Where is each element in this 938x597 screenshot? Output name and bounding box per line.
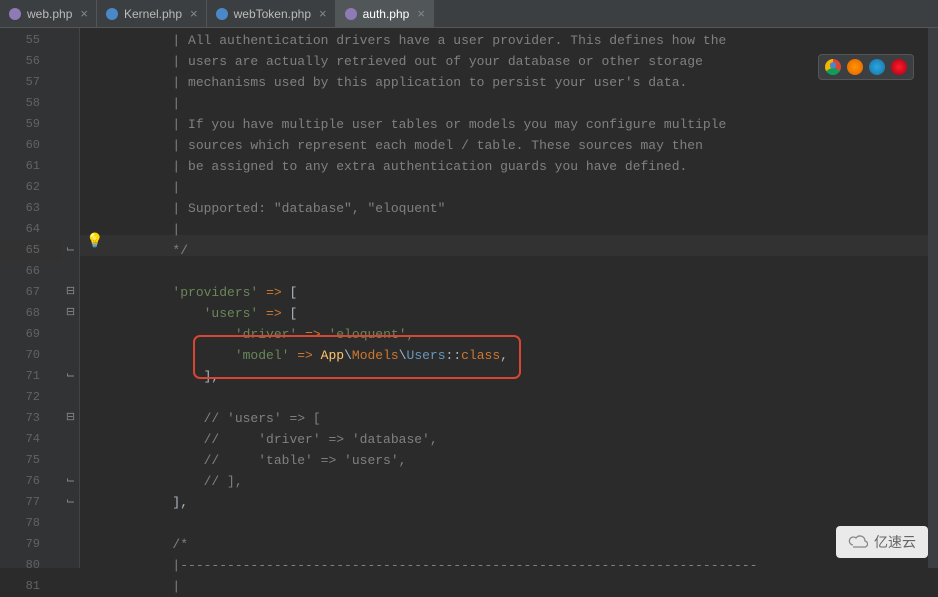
line-number: 69 (0, 324, 62, 345)
php-file-icon (8, 7, 22, 21)
line-number: 58 (0, 93, 62, 114)
code-line[interactable]: // 'users' => [ (110, 408, 938, 429)
line-number: 55 (0, 30, 62, 51)
line-number: 76 (0, 471, 62, 492)
code-line[interactable]: 'users' => [ (110, 303, 938, 324)
fold-collapse-icon[interactable]: ⊟ (65, 308, 76, 319)
code-line[interactable]: // 'driver' => 'database', (110, 429, 938, 450)
line-number-gutter: 5556575859606162636465666768697071727374… (0, 28, 62, 568)
code-line[interactable]: | (110, 219, 938, 240)
code-line[interactable]: | Supported: "database", "eloquent" (110, 198, 938, 219)
code-line[interactable]: |---------------------------------------… (110, 555, 938, 576)
intention-bulb-icon[interactable]: 💡 (86, 233, 100, 247)
line-number: 59 (0, 114, 62, 135)
line-number: 71 (0, 366, 62, 387)
line-number: 61 (0, 156, 62, 177)
code-line[interactable]: 'providers' => [ (110, 282, 938, 303)
code-line[interactable]: | All authentication drivers have a user… (110, 30, 938, 51)
code-line[interactable]: | (110, 93, 938, 114)
line-number: 66 (0, 261, 62, 282)
line-number: 70 (0, 345, 62, 366)
code-line[interactable]: // ], (110, 471, 938, 492)
editor-tabs: web.php×Kernel.php×webToken.php×auth.php… (0, 0, 938, 28)
tab-label: auth.php (363, 7, 410, 21)
line-number: 65 (0, 240, 62, 261)
code-line[interactable]: | (110, 177, 938, 198)
line-number: 60 (0, 135, 62, 156)
code-line[interactable] (110, 261, 938, 282)
code-content[interactable]: | All authentication drivers have a user… (80, 28, 938, 568)
code-line[interactable]: 'model' => App\Models\Users::class, (110, 345, 938, 366)
line-number: 63 (0, 198, 62, 219)
line-number: 75 (0, 450, 62, 471)
line-number: 62 (0, 177, 62, 198)
line-number: 73 (0, 408, 62, 429)
code-line[interactable]: 'driver' => 'eloquent', (110, 324, 938, 345)
safari-icon[interactable] (869, 59, 885, 75)
fold-collapse-icon[interactable]: ⊟ (65, 413, 76, 424)
firefox-icon[interactable] (847, 59, 863, 75)
code-line[interactable]: ], (110, 366, 938, 387)
php-file-icon (344, 7, 358, 21)
line-number: 78 (0, 513, 62, 534)
fold-end-icon[interactable]: ⌙ (65, 371, 76, 382)
code-line[interactable]: ], (110, 492, 938, 513)
tab-web-php[interactable]: web.php × (0, 0, 97, 27)
close-icon[interactable]: × (417, 6, 425, 21)
php-file-icon (105, 7, 119, 21)
line-number: 67 (0, 282, 62, 303)
fold-end-icon[interactable]: ⌙ (65, 497, 76, 508)
close-icon[interactable]: × (80, 6, 88, 21)
code-line[interactable]: | If you have multiple user tables or mo… (110, 114, 938, 135)
line-number: 81 (0, 576, 62, 597)
code-line[interactable] (110, 387, 938, 408)
tab-label: Kernel.php (124, 7, 182, 21)
tab-label: web.php (27, 7, 72, 21)
code-line[interactable]: | mechanisms used by this application to… (110, 72, 938, 93)
code-line[interactable] (110, 513, 938, 534)
code-line[interactable]: */ (110, 240, 938, 261)
line-number: 56 (0, 51, 62, 72)
fold-column: ⌙ ⊟ ⊟ ⌙ ⊟ ⌙ ⌙ (62, 28, 80, 568)
line-number: 64 (0, 219, 62, 240)
editor-area: 5556575859606162636465666768697071727374… (0, 28, 938, 568)
fold-end-icon[interactable]: ⌙ (65, 245, 76, 256)
tab-auth-php[interactable]: auth.php × (336, 0, 434, 27)
open-in-browser-panel (818, 54, 914, 80)
chrome-icon[interactable] (825, 59, 841, 75)
fold-end-icon[interactable]: ⌙ (65, 476, 76, 487)
fold-collapse-icon[interactable]: ⊟ (65, 287, 76, 298)
line-number: 68 (0, 303, 62, 324)
close-icon[interactable]: × (190, 6, 198, 21)
line-number: 80 (0, 555, 62, 576)
code-line[interactable]: | (110, 576, 938, 597)
opera-icon[interactable] (891, 59, 907, 75)
tab-label: webToken.php (234, 7, 311, 21)
code-line[interactable]: | be assigned to any extra authenticatio… (110, 156, 938, 177)
line-number: 77 (0, 492, 62, 513)
php-file-icon (215, 7, 229, 21)
close-icon[interactable]: × (319, 6, 327, 21)
code-line[interactable]: | sources which represent each model / t… (110, 135, 938, 156)
tab-webToken-php[interactable]: webToken.php × (207, 0, 336, 27)
code-line[interactable]: // 'table' => 'users', (110, 450, 938, 471)
code-line[interactable]: /* (110, 534, 938, 555)
tab-Kernel-php[interactable]: Kernel.php × (97, 0, 207, 27)
line-number: 72 (0, 387, 62, 408)
code-line[interactable]: | users are actually retrieved out of yo… (110, 51, 938, 72)
line-number: 79 (0, 534, 62, 555)
line-number: 74 (0, 429, 62, 450)
line-number: 57 (0, 72, 62, 93)
